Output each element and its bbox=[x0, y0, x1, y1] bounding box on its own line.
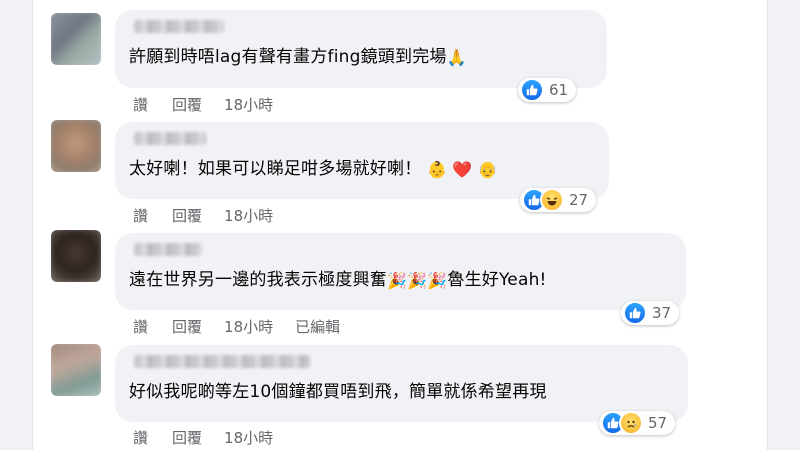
comment-actions: 讚 回覆 18小時 bbox=[133, 427, 295, 448]
author-name-blurred[interactable] bbox=[134, 243, 202, 256]
like-link[interactable]: 讚 bbox=[133, 427, 148, 448]
like-link[interactable]: 讚 bbox=[133, 94, 148, 115]
comment-bubble: 許願到時唔lag有聲有畫方fing鏡頭到完場🙏 bbox=[115, 10, 607, 88]
reaction-summary[interactable]: 57 bbox=[599, 411, 676, 435]
reaction-count: 61 bbox=[549, 81, 569, 99]
comment-text: 太好喇！如果可以睇足咁多場就好喇！ 👶 ❤️ 👴 bbox=[129, 157, 595, 182]
timestamp-link[interactable]: 18小時 bbox=[224, 316, 273, 337]
avatar[interactable] bbox=[51, 344, 101, 396]
like-reaction-icon bbox=[623, 301, 647, 325]
reaction-count: 57 bbox=[648, 414, 668, 432]
comment-actions: 讚 回覆 18小時 bbox=[133, 205, 295, 226]
reaction-count: 27 bbox=[569, 191, 589, 209]
comments-panel: 許願到時唔lag有聲有畫方fing鏡頭到完場🙏 61 讚回覆 18小時 太好喇！如… bbox=[32, 0, 768, 450]
reply-link[interactable]: 回覆 bbox=[172, 205, 202, 226]
reaction-summary[interactable]: 27 bbox=[520, 188, 597, 212]
comment-text: 遠在世界另一邊的我表示極度興奮🎉🎉🎉魯生好Yeah! bbox=[129, 268, 672, 293]
timestamp-link[interactable]: 18小時 bbox=[224, 427, 273, 448]
haha-reaction-icon bbox=[540, 188, 564, 212]
edited-label[interactable]: 已編輯 bbox=[295, 316, 340, 337]
author-name-blurred[interactable] bbox=[134, 355, 310, 368]
avatar[interactable] bbox=[51, 230, 101, 282]
reaction-count: 37 bbox=[652, 304, 672, 322]
comment-text: 好似我呢啲等左10個鐘都買唔到飛，簡單就係希望再現 bbox=[129, 382, 547, 402]
avatar[interactable] bbox=[51, 120, 101, 172]
avatar[interactable] bbox=[51, 13, 101, 65]
sad-reaction-icon bbox=[619, 411, 643, 435]
like-link[interactable]: 讚 bbox=[133, 316, 148, 337]
reply-link[interactable]: 回覆 bbox=[172, 316, 202, 337]
comment-bubble: 遠在世界另一邊的我表示極度興奮🎉🎉🎉魯生好Yeah! bbox=[115, 233, 686, 310]
reply-link[interactable]: 回覆 bbox=[172, 94, 202, 115]
comment-actions: 讚 回覆 18小時 已編輯 bbox=[133, 316, 362, 337]
party-popper-emoji: 🎉🎉🎉 bbox=[387, 271, 448, 290]
comment-bubble: 好似我呢啲等左10個鐘都買唔到飛，簡單就係希望再現 bbox=[115, 345, 688, 422]
reaction-summary[interactable]: 37 bbox=[621, 301, 680, 325]
reply-link[interactable]: 回覆 bbox=[172, 427, 202, 448]
timestamp-link[interactable]: 18小時 bbox=[224, 205, 273, 226]
emoji-sequence: 👶 ❤️ 👴 bbox=[427, 160, 498, 179]
timestamp-link[interactable]: 18小時 bbox=[224, 94, 273, 115]
author-name-blurred[interactable] bbox=[134, 132, 206, 145]
comment-text: 許願到時唔lag有聲有畫方fing鏡頭到完場🙏 bbox=[129, 45, 593, 70]
pray-emoji: 🙏 bbox=[446, 48, 467, 67]
author-name-blurred[interactable] bbox=[134, 20, 224, 33]
comment-actions: 讚 回覆 18小時 bbox=[133, 94, 295, 115]
reaction-summary[interactable]: 61 bbox=[518, 78, 577, 102]
like-link[interactable]: 讚 bbox=[133, 205, 148, 226]
like-reaction-icon bbox=[520, 78, 544, 102]
